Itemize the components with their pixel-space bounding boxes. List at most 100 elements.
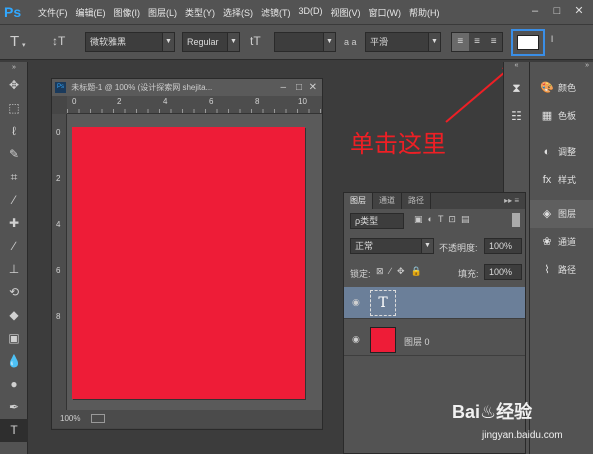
warp-text-icon[interactable]: ᴵ xyxy=(551,33,553,48)
menu-window[interactable]: 窗口(W) xyxy=(369,6,402,19)
menu-list: 文件(F) 编辑(E) 图像(I) 图层(L) 类型(Y) 选择(S) 滤镜(T… xyxy=(38,6,448,19)
dodge-tool-icon[interactable]: ● xyxy=(0,373,28,396)
menu-image[interactable]: 图像(I) xyxy=(114,6,141,19)
layer-row-layer0[interactable]: ◉ 图层 0 xyxy=(344,324,525,356)
history-icon[interactable]: ⧗ xyxy=(504,74,529,102)
filter-icons[interactable]: ▣◐T⊡▤ xyxy=(414,214,474,225)
menu-help[interactable]: 帮助(H) xyxy=(409,6,440,19)
palette-icon: 🎨 xyxy=(540,82,554,94)
type-tool-icon[interactable]: T xyxy=(0,419,28,442)
align-group: ≡ ≡ ≡ xyxy=(451,32,503,52)
menu-edit[interactable]: 编辑(E) xyxy=(76,6,106,19)
pen-tool-icon[interactable]: ✒ xyxy=(0,396,28,419)
eyedropper-tool-icon[interactable]: ⁄ xyxy=(0,189,28,212)
align-center-icon[interactable]: ≡ xyxy=(469,33,486,51)
panel-menu-icon[interactable]: ▸▸ ≡ xyxy=(498,193,525,209)
crop-tool-icon[interactable]: ⌗ xyxy=(0,166,28,189)
tab-layers[interactable]: 图层 xyxy=(344,193,373,209)
ruler-mark: 4 xyxy=(163,97,168,106)
text-orientation-icon[interactable]: ↕T xyxy=(52,34,65,48)
panel-styles[interactable]: fx 样式 xyxy=(530,166,593,194)
tools-panel: » ✥ ⬚ ℓ ✎ ⌗ ⁄ ✚ ∕ ⊥ ⟲ ◆ ▣ 💧 ● ✒ T xyxy=(0,62,28,454)
properties-icon[interactable]: ☷ xyxy=(504,102,529,130)
menu-filter[interactable]: 滤镜(T) xyxy=(261,6,291,19)
document-canvas[interactable] xyxy=(72,127,305,399)
doc-close-icon[interactable]: ✕ xyxy=(309,79,317,96)
menu-type[interactable]: 类型(Y) xyxy=(185,6,215,19)
menu-file[interactable]: 文件(F) xyxy=(38,6,68,19)
minimize-button[interactable]: – xyxy=(525,3,545,19)
menu-view[interactable]: 视图(V) xyxy=(331,6,361,19)
panel-layers[interactable]: ◈ 图层 xyxy=(530,200,593,228)
horizontal-ruler: 0 2 4 6 8 10 xyxy=(67,96,322,114)
ps-document-icon: Ps xyxy=(55,82,66,94)
text-color-swatch[interactable] xyxy=(517,35,539,50)
lasso-tool-icon[interactable]: ℓ xyxy=(0,120,28,143)
doc-minimize-icon[interactable]: – xyxy=(280,79,286,96)
align-left-icon[interactable]: ≡ xyxy=(452,33,469,51)
ruler-mark: 2 xyxy=(56,174,61,183)
menu-select[interactable]: 选择(S) xyxy=(223,6,253,19)
font-size-select[interactable]: ▼ xyxy=(274,32,336,52)
panel-channels[interactable]: ❀ 通道 xyxy=(530,228,593,256)
tab-paths[interactable]: 路径 xyxy=(402,193,431,209)
maximize-button[interactable]: □ xyxy=(547,3,567,19)
align-right-icon[interactable]: ≡ xyxy=(485,33,502,51)
zoom-level[interactable]: 100% xyxy=(60,414,80,423)
doc-maximize-icon[interactable]: □ xyxy=(296,79,302,96)
layer-filter-label: ρ类型 xyxy=(355,216,379,226)
lock-icons[interactable]: ⊠∕✥🔒 xyxy=(376,266,428,277)
blur-tool-icon[interactable]: 💧 xyxy=(0,350,28,373)
collapse-icon[interactable]: » xyxy=(0,62,28,74)
eye-icon[interactable]: ◉ xyxy=(352,334,364,345)
panel-label: 色板 xyxy=(558,111,577,121)
panel-adjustments[interactable]: ◐ 调整 xyxy=(530,138,593,166)
ruler-mark: 8 xyxy=(56,312,61,321)
panel-color[interactable]: 🎨 颜色 xyxy=(530,74,593,102)
text-tool-icon[interactable]: T xyxy=(10,33,19,50)
filter-toggle[interactable] xyxy=(512,213,520,227)
quick-select-tool-icon[interactable]: ✎ xyxy=(0,143,28,166)
antialias-select[interactable]: 平滑 ▼ xyxy=(365,32,441,52)
clone-stamp-tool-icon[interactable]: ⊥ xyxy=(0,258,28,281)
fill-input[interactable]: 100% xyxy=(484,264,522,280)
collapse-icon[interactable]: » xyxy=(530,62,593,74)
chevron-down-icon: ▼ xyxy=(162,33,174,51)
opacity-value: 100% xyxy=(489,241,513,251)
font-family-select[interactable]: 微软雅黑 ▼ xyxy=(85,32,175,52)
font-style-value: Regular xyxy=(187,37,219,47)
opacity-input[interactable]: 100% xyxy=(484,238,522,254)
layer-row-text[interactable]: ◉ T xyxy=(344,287,525,319)
eraser-tool-icon[interactable]: ◆ xyxy=(0,304,28,327)
healing-tool-icon[interactable]: ✚ xyxy=(0,212,28,235)
ruler-mark: 4 xyxy=(56,220,61,229)
blend-mode-value: 正常 xyxy=(355,241,374,251)
tool-preset-arrow-icon[interactable]: ▾ xyxy=(22,41,26,49)
close-button[interactable]: ✕ xyxy=(569,3,589,19)
blend-mode-select[interactable]: 正常 ▼ xyxy=(350,238,434,254)
move-tool-icon[interactable]: ✥ xyxy=(0,74,28,97)
panel-paths[interactable]: ⌇ 路径 xyxy=(530,256,593,284)
panel-swatches[interactable]: ▦ 色板 xyxy=(530,102,593,130)
ruler-mark: 6 xyxy=(209,97,214,106)
watermark-url: jingyan.baidu.com xyxy=(482,430,563,441)
document-info-icon[interactable] xyxy=(90,414,105,424)
collapse-icon[interactable]: « xyxy=(504,62,529,74)
chevron-down-icon: ▼ xyxy=(428,33,440,51)
ruler-mark: 0 xyxy=(56,128,61,137)
eye-icon[interactable]: ◉ xyxy=(352,297,364,308)
gradient-tool-icon[interactable]: ▣ xyxy=(0,327,28,350)
tab-channels[interactable]: 通道 xyxy=(373,193,402,209)
document-title-bar[interactable]: Ps 未标题-1 @ 100% (设计探索网 shejita... – □ ✕ xyxy=(52,79,322,96)
panel-label: 调整 xyxy=(558,147,577,157)
menu-layer[interactable]: 图层(L) xyxy=(148,6,177,19)
document-window: Ps 未标题-1 @ 100% (设计探索网 shejita... – □ ✕ … xyxy=(51,78,323,430)
layer-filter-select[interactable]: ρ类型 xyxy=(350,213,404,229)
history-brush-tool-icon[interactable]: ⟲ xyxy=(0,281,28,304)
font-style-select[interactable]: Regular ▼ xyxy=(182,32,240,52)
menu-3d[interactable]: 3D(D) xyxy=(299,6,323,19)
marquee-tool-icon[interactable]: ⬚ xyxy=(0,97,28,120)
window-controls: – □ ✕ xyxy=(523,3,589,19)
brush-tool-icon[interactable]: ∕ xyxy=(0,235,28,258)
swatches-icon: ▦ xyxy=(541,110,553,122)
